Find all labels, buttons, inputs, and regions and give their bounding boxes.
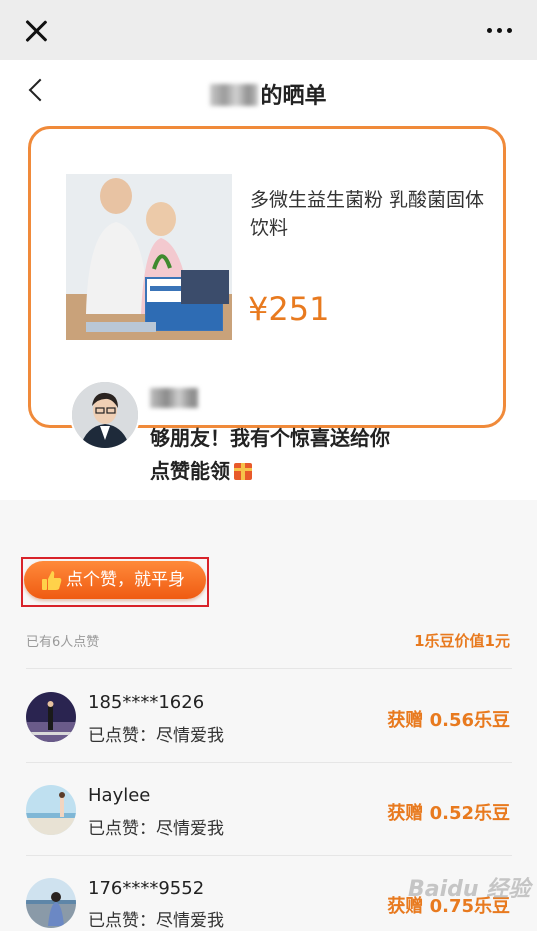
- watermark: Baidu 经验: [408, 877, 531, 902]
- liker-liked-text: 已点赞：尽情爱我: [88, 726, 224, 746]
- liker-liked-text: 已点赞：尽情爱我: [88, 819, 224, 839]
- page-title: 的晒单: [0, 78, 537, 110]
- liker-reward: 获赠 0.56乐豆: [387, 710, 510, 731]
- liker-avatar: [26, 878, 76, 928]
- liker-name: Haylee: [88, 785, 151, 806]
- divider: [26, 668, 512, 669]
- liker-liked-text: 已点赞：尽情爱我: [88, 911, 224, 931]
- product-image[interactable]: [66, 174, 232, 340]
- share-message-line2: 点赞能领: [150, 459, 230, 483]
- blurred-sharer-name: [150, 388, 198, 408]
- gift-icon: [234, 463, 252, 480]
- liked-count: 已有6人点赞: [26, 635, 100, 650]
- close-icon[interactable]: [24, 19, 48, 43]
- more-dots-icon[interactable]: [487, 28, 513, 34]
- thumbs-up-icon: [42, 571, 62, 590]
- share-message-line1: 够朋友！我有个惊喜送给你: [150, 426, 390, 450]
- liker-avatar: [26, 785, 76, 835]
- divider: [26, 762, 512, 763]
- title-suffix: 的晒单: [260, 84, 327, 109]
- share-message-line2-wrap: 点赞能领: [150, 455, 490, 488]
- liker-name: 185****1626: [88, 692, 205, 713]
- product-price: ¥251: [248, 290, 330, 328]
- divider: [26, 855, 512, 856]
- liker-avatar: [26, 692, 76, 742]
- top-bar: [0, 0, 537, 60]
- liker-name: 176****9552: [88, 878, 205, 899]
- liker-reward: 获赠 0.52乐豆: [387, 803, 510, 824]
- blurred-username: [210, 84, 259, 106]
- value-note: 1乐豆价值1元: [414, 632, 510, 650]
- product-name[interactable]: 多微生益生菌粉 乳酸菌固体饮料: [250, 186, 495, 242]
- sharer-avatar: [70, 380, 140, 450]
- like-button[interactable]: 点个赞，就平身: [24, 561, 206, 599]
- like-button-label: 点个赞，就平身: [66, 570, 185, 590]
- share-message: 够朋友！我有个惊喜送给你 点赞能领: [150, 422, 490, 488]
